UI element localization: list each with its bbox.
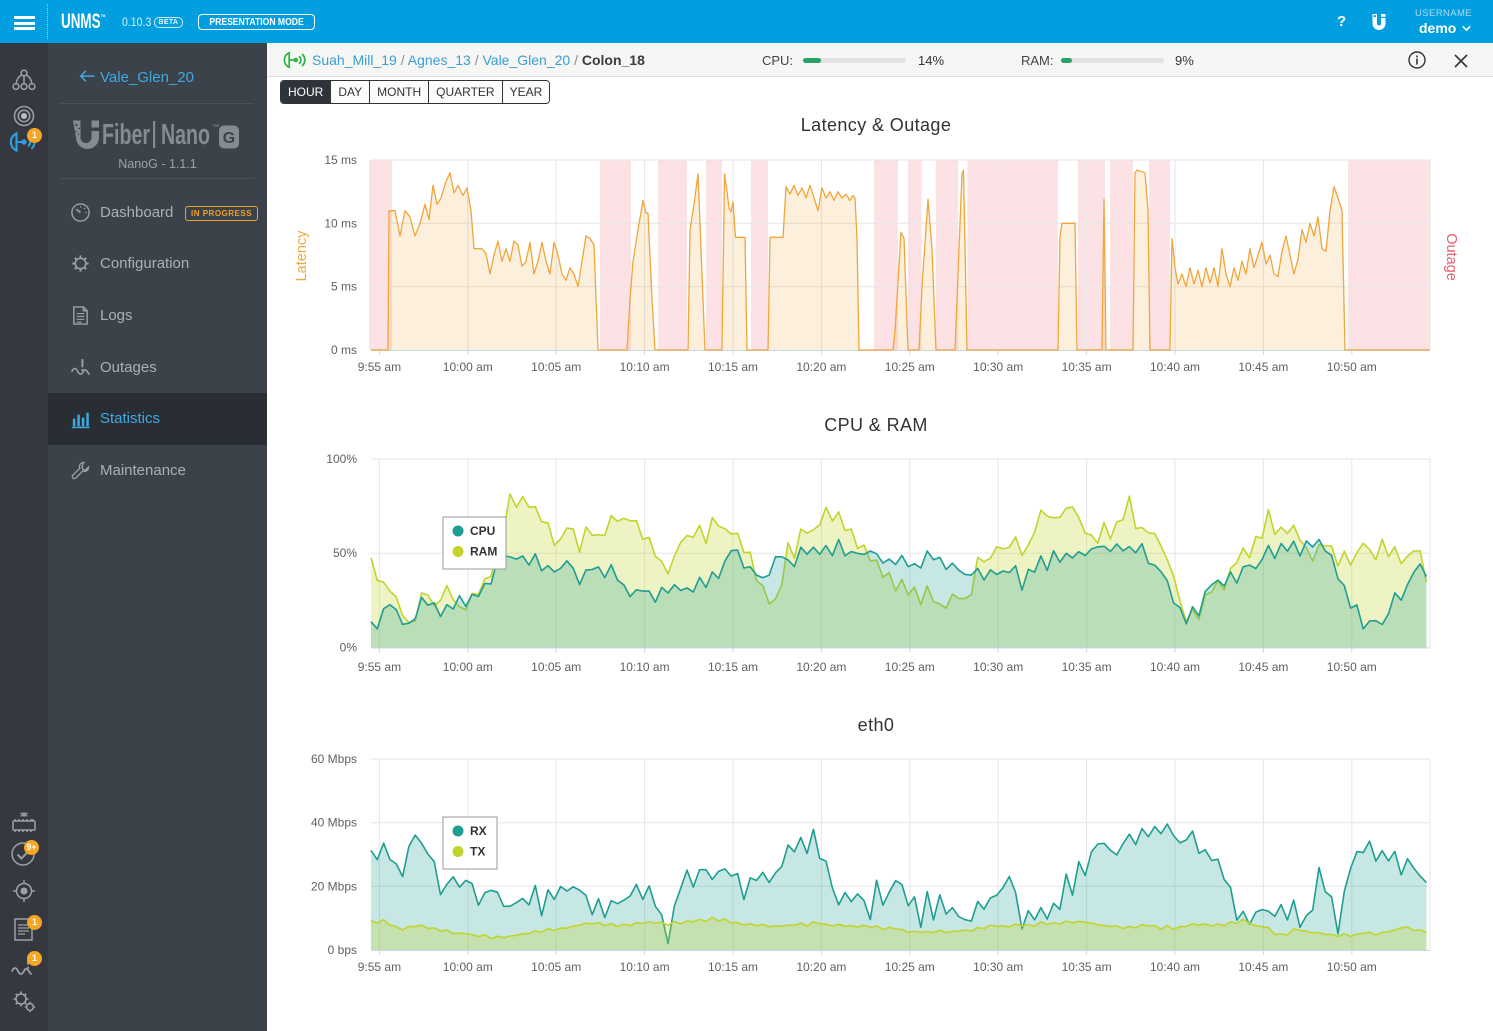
svg-text:9:55 am: 9:55 am (358, 660, 401, 674)
svg-text:G: G (223, 130, 235, 147)
svg-text:10 ms: 10 ms (324, 216, 357, 230)
svg-text:100%: 100% (326, 452, 357, 466)
svg-text:10:40 am: 10:40 am (1150, 660, 1200, 674)
svg-text:10:45 am: 10:45 am (1238, 960, 1288, 974)
svg-text:9:55 am: 9:55 am (358, 960, 401, 974)
svg-text:10:15 am: 10:15 am (708, 960, 758, 974)
svg-text:10:05 am: 10:05 am (531, 360, 581, 374)
svg-text:10:30 am: 10:30 am (973, 660, 1023, 674)
svg-text:10:05 am: 10:05 am (531, 660, 581, 674)
svg-text:10:10 am: 10:10 am (620, 360, 670, 374)
svg-text:0 ms: 0 ms (331, 343, 357, 357)
svg-text:™: ™ (212, 124, 219, 131)
svg-text:10:40 am: 10:40 am (1150, 360, 1200, 374)
svg-text:0 bps: 0 bps (328, 943, 357, 957)
svg-text:10:05 am: 10:05 am (531, 960, 581, 974)
svg-text:9:55 am: 9:55 am (358, 360, 401, 374)
svg-text:10:35 am: 10:35 am (1062, 960, 1112, 974)
svg-text:10:30 am: 10:30 am (973, 960, 1023, 974)
svg-text:Latency: Latency (294, 230, 310, 282)
svg-text:eth0: eth0 (858, 715, 895, 735)
svg-text:CPU & RAM: CPU & RAM (824, 415, 928, 435)
svg-text:10:20 am: 10:20 am (796, 660, 846, 674)
svg-text:50%: 50% (333, 546, 357, 560)
svg-text:Latency & Outage: Latency & Outage (801, 115, 952, 135)
svg-text:10:10 am: 10:10 am (620, 960, 670, 974)
svg-text:TX: TX (470, 845, 485, 859)
svg-text:10:15 am: 10:15 am (708, 360, 758, 374)
svg-text:5 ms: 5 ms (331, 280, 357, 294)
svg-text:10:40 am: 10:40 am (1150, 960, 1200, 974)
svg-text:10:30 am: 10:30 am (973, 360, 1023, 374)
svg-text:10:50 am: 10:50 am (1327, 360, 1377, 374)
svg-text:40 Mbps: 40 Mbps (311, 816, 357, 830)
svg-text:10:50 am: 10:50 am (1327, 660, 1377, 674)
svg-text:10:00 am: 10:00 am (443, 960, 493, 974)
svg-text:RAM: RAM (470, 545, 497, 559)
svg-text:10:20 am: 10:20 am (796, 960, 846, 974)
svg-text:10:35 am: 10:35 am (1062, 660, 1112, 674)
svg-text:10:15 am: 10:15 am (708, 660, 758, 674)
svg-text:10:10 am: 10:10 am (620, 660, 670, 674)
svg-text:10:25 am: 10:25 am (885, 660, 935, 674)
svg-text:20 Mbps: 20 Mbps (311, 879, 357, 893)
svg-text:Fiber: Fiber (102, 119, 150, 150)
svg-text:10:20 am: 10:20 am (796, 360, 846, 374)
svg-text:15 ms: 15 ms (324, 153, 357, 167)
svg-text:10:35 am: 10:35 am (1062, 360, 1112, 374)
svg-text:CPU: CPU (470, 524, 495, 538)
svg-text:Outage: Outage (1443, 233, 1459, 281)
svg-text:Nano: Nano (161, 119, 210, 150)
svg-text:10:25 am: 10:25 am (885, 360, 935, 374)
svg-text:RX: RX (470, 824, 487, 838)
svg-text:0%: 0% (340, 641, 358, 655)
svg-text:60 Mbps: 60 Mbps (311, 752, 357, 766)
svg-text:10:00 am: 10:00 am (443, 360, 493, 374)
svg-text:10:45 am: 10:45 am (1238, 360, 1288, 374)
svg-text:10:00 am: 10:00 am (443, 660, 493, 674)
svg-text:10:45 am: 10:45 am (1238, 660, 1288, 674)
svg-text:10:25 am: 10:25 am (885, 960, 935, 974)
svg-text:10:50 am: 10:50 am (1327, 960, 1377, 974)
